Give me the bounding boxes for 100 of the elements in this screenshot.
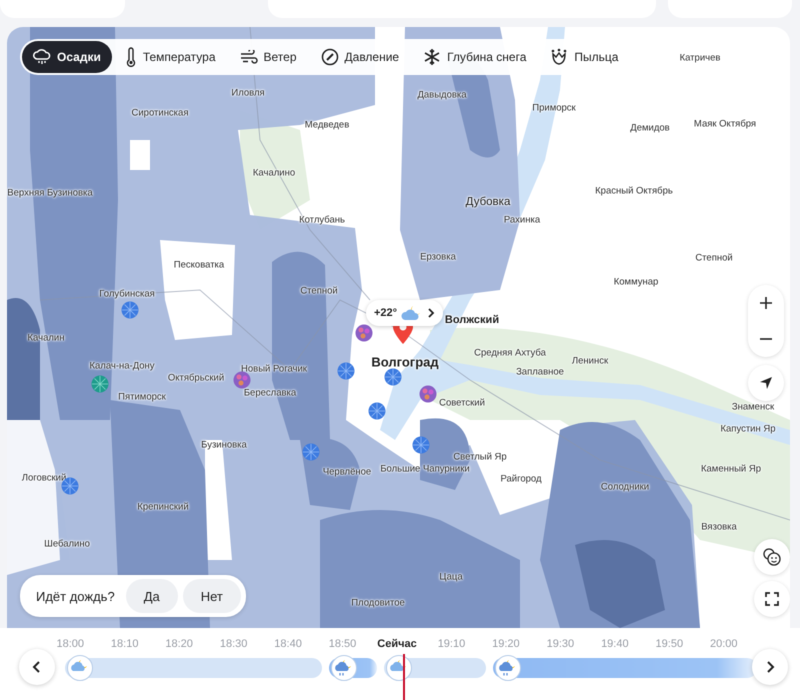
place-label: Логовский bbox=[22, 472, 66, 484]
layer-tab[interactable]: Глубина снега bbox=[412, 41, 538, 73]
place-label: Сиротинская bbox=[132, 108, 188, 118]
plus-icon bbox=[759, 296, 773, 310]
time-label[interactable]: 18:40 bbox=[260, 638, 316, 650]
time-label[interactable]: 19:30 bbox=[533, 638, 588, 650]
flower-icon bbox=[355, 324, 373, 342]
previous-button[interactable] bbox=[19, 649, 55, 685]
place-label: Степной bbox=[695, 252, 733, 264]
flower-icon bbox=[550, 48, 568, 66]
current-time-line bbox=[403, 654, 405, 700]
layer-tab[interactable]: Осадки bbox=[22, 41, 112, 73]
chevron-left-icon bbox=[32, 660, 42, 674]
forecast-segment[interactable] bbox=[65, 658, 322, 678]
flower-icon bbox=[233, 371, 251, 389]
time-label[interactable]: 19:50 bbox=[642, 638, 697, 650]
place-label: Волжский bbox=[444, 314, 500, 326]
rain-cloud-icon bbox=[33, 49, 51, 65]
place-label: Береславка bbox=[244, 388, 296, 398]
layer-tab[interactable]: Давление bbox=[310, 41, 410, 73]
place-label: Новый Рогачик bbox=[241, 364, 307, 374]
place-label: Червлёное bbox=[322, 466, 372, 478]
place-label: Дубовка bbox=[466, 196, 510, 208]
answer-button[interactable]: Да bbox=[126, 579, 178, 613]
place-label: Бузиновка bbox=[201, 440, 247, 450]
place-label: Качалино bbox=[252, 168, 296, 178]
umbrella-icon bbox=[91, 375, 109, 393]
place-label: Заплавное bbox=[516, 366, 564, 378]
answer-button[interactable]: Нет bbox=[182, 579, 241, 613]
place-label: Степной bbox=[300, 286, 338, 296]
fullscreen-icon bbox=[765, 592, 779, 606]
place-label: Голубинская bbox=[99, 288, 155, 300]
place-label: Знаменск bbox=[732, 402, 774, 412]
place-label: Большие Чапурники bbox=[380, 464, 470, 474]
thermometer-icon bbox=[124, 47, 137, 67]
gauge-icon bbox=[320, 48, 339, 66]
place-label: Медведев bbox=[304, 120, 350, 130]
place-label: Вязовка bbox=[701, 522, 737, 532]
rain-cloud-icon bbox=[495, 655, 522, 681]
time-label[interactable]: 19:20 bbox=[478, 638, 534, 650]
cloud-moon-icon bbox=[386, 655, 412, 681]
umbrella-icon bbox=[337, 362, 355, 380]
snowflake-icon bbox=[423, 48, 442, 66]
time-label[interactable]: 18:10 bbox=[97, 638, 152, 650]
place-label: Цаца bbox=[439, 572, 463, 582]
place-label: Котлубань bbox=[299, 214, 345, 226]
layer-tab[interactable]: Ветер bbox=[228, 41, 308, 73]
place-label: Шебалино bbox=[44, 538, 90, 550]
place-label: Солодники bbox=[600, 482, 650, 492]
time-label[interactable]: 18:20 bbox=[152, 638, 206, 650]
umbrella-icon bbox=[368, 402, 386, 420]
place-label: Калач-на-Дону bbox=[89, 360, 155, 372]
place-label: Песковатка bbox=[174, 260, 224, 270]
next-button[interactable] bbox=[752, 649, 788, 685]
place-label: Коммунар bbox=[614, 276, 658, 288]
place-label: Иловля bbox=[231, 88, 265, 98]
layer-tab[interactable]: Пыльца bbox=[539, 41, 630, 73]
place-label: Светлый Яр bbox=[453, 452, 507, 462]
layer-tab[interactable]: Температура bbox=[114, 41, 227, 73]
cloud-moon-icon bbox=[67, 655, 93, 681]
weather-chip[interactable]: +22° bbox=[366, 300, 444, 326]
chevron-right-icon bbox=[427, 307, 436, 319]
place-label: Советский bbox=[439, 398, 485, 408]
umbrella-icon bbox=[121, 301, 139, 319]
place-label: Каменный Яр bbox=[700, 464, 762, 474]
time-label[interactable]: 20:00 bbox=[696, 638, 751, 650]
place-label: Райгород bbox=[500, 474, 542, 484]
place-label: Крепинский bbox=[137, 502, 189, 512]
place-label: Верхняя Бузиновка bbox=[7, 188, 93, 198]
place-label: Средняя Ахтуба bbox=[474, 348, 546, 358]
time-label[interactable]: 18:00 bbox=[43, 638, 98, 650]
place-label: Ерзовка bbox=[420, 252, 456, 262]
time-label[interactable]: 18:50 bbox=[315, 638, 370, 650]
navigation-arrow-icon bbox=[758, 375, 774, 391]
place-label: Катричев bbox=[680, 52, 720, 64]
place-label: Октябрьский bbox=[168, 372, 224, 384]
umbrella-icon bbox=[384, 368, 402, 386]
umbrella-icon bbox=[302, 443, 320, 461]
place-label: Ленинск bbox=[572, 356, 608, 366]
question-text: Идёт дождь? bbox=[36, 588, 115, 604]
time-label[interactable]: 18:30 bbox=[206, 638, 261, 650]
place-label: Демидов bbox=[630, 122, 670, 134]
flower-icon bbox=[419, 385, 437, 403]
wind-icon bbox=[240, 50, 258, 64]
place-label: Рахинка bbox=[504, 214, 540, 226]
chevron-right-icon bbox=[765, 660, 775, 674]
place-label: Качалин bbox=[28, 332, 64, 344]
place-label: Приморск bbox=[532, 102, 576, 114]
smiley-faces-icon bbox=[762, 547, 782, 567]
forecast-segment[interactable] bbox=[384, 658, 486, 678]
place-label: Маяк Октября bbox=[694, 118, 756, 130]
time-label[interactable]: 19:40 bbox=[588, 638, 642, 650]
forecast-segment[interactable] bbox=[328, 658, 377, 678]
place-label: Капустин Яр bbox=[720, 424, 776, 434]
place-label: Пятиморск bbox=[118, 392, 166, 402]
place-label: Волгоград bbox=[371, 354, 439, 370]
umbrella-icon bbox=[412, 436, 430, 454]
time-label[interactable]: 19:10 bbox=[424, 638, 479, 650]
time-label[interactable]: Сейчас bbox=[370, 638, 424, 650]
place-label: Красный Октябрь bbox=[595, 186, 673, 196]
